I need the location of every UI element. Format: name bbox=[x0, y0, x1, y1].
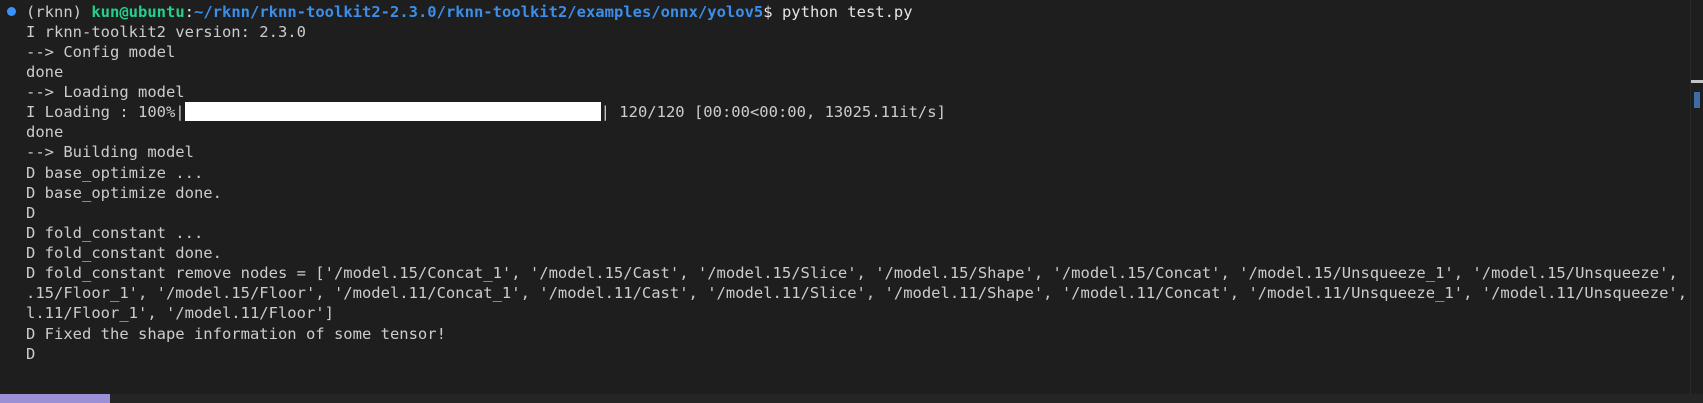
output-line: --> Config model bbox=[26, 43, 176, 61]
output-line: D base_optimize ... bbox=[26, 164, 204, 182]
progress-suffix: | 120/120 [00:00<00:00, 13025.11it/s] bbox=[600, 103, 946, 121]
output-line: D fold_constant ... bbox=[26, 224, 204, 242]
output-line: .15/Floor_1', '/model.15/Floor', '/model… bbox=[26, 284, 1690, 302]
command-prompt-line: (rknn) kun@ubuntu:~/rknn/rknn-toolkit2-2… bbox=[26, 1, 913, 23]
output-line: D Fixed the shape information of some te… bbox=[26, 325, 446, 343]
scrollbar-thumb[interactable] bbox=[1694, 92, 1700, 108]
progress-prefix: I Loading : 100%| bbox=[26, 103, 185, 121]
prompt-dollar: $ bbox=[763, 3, 773, 21]
prompt-separator: : bbox=[184, 3, 195, 21]
bottom-panel-strip bbox=[0, 394, 1703, 403]
output-line: D fold_constant done. bbox=[26, 244, 222, 262]
command-status-icon[interactable] bbox=[7, 7, 16, 16]
output-line: l.11/Floor_1', '/model.11/Floor'] bbox=[26, 304, 334, 322]
scrollbar-marker bbox=[1691, 80, 1703, 83]
conda-env: (rknn) bbox=[26, 3, 82, 21]
terminal-scrollbar[interactable] bbox=[1690, 0, 1703, 394]
working-directory: ~/rknn/rknn-toolkit2-2.3.0/rknn-toolkit2… bbox=[194, 3, 764, 21]
output-line: D base_optimize done. bbox=[26, 184, 222, 202]
command-text: python test.py bbox=[781, 3, 913, 21]
loading-progress-line: I Loading : 100%| | 120/120 [00:00<00:00,… bbox=[26, 101, 946, 123]
output-line: D bbox=[26, 204, 36, 222]
output-line: --> Loading model bbox=[26, 83, 185, 101]
user-host: kun@ubuntu bbox=[91, 3, 185, 21]
terminal-panel[interactable]: (rknn) kun@ubuntu:~/rknn/rknn-toolkit2-2… bbox=[0, 0, 1690, 394]
output-line: done bbox=[26, 123, 64, 141]
progress-bar bbox=[184, 102, 601, 121]
output-line: done bbox=[26, 63, 64, 81]
output-line: D bbox=[26, 345, 36, 363]
bottom-panel-tab[interactable] bbox=[0, 394, 110, 403]
output-line: I rknn-toolkit2 version: 2.3.0 bbox=[26, 23, 306, 41]
output-line: D fold_constant remove nodes = ['/model.… bbox=[26, 264, 1690, 282]
output-line: --> Building model bbox=[26, 143, 194, 161]
